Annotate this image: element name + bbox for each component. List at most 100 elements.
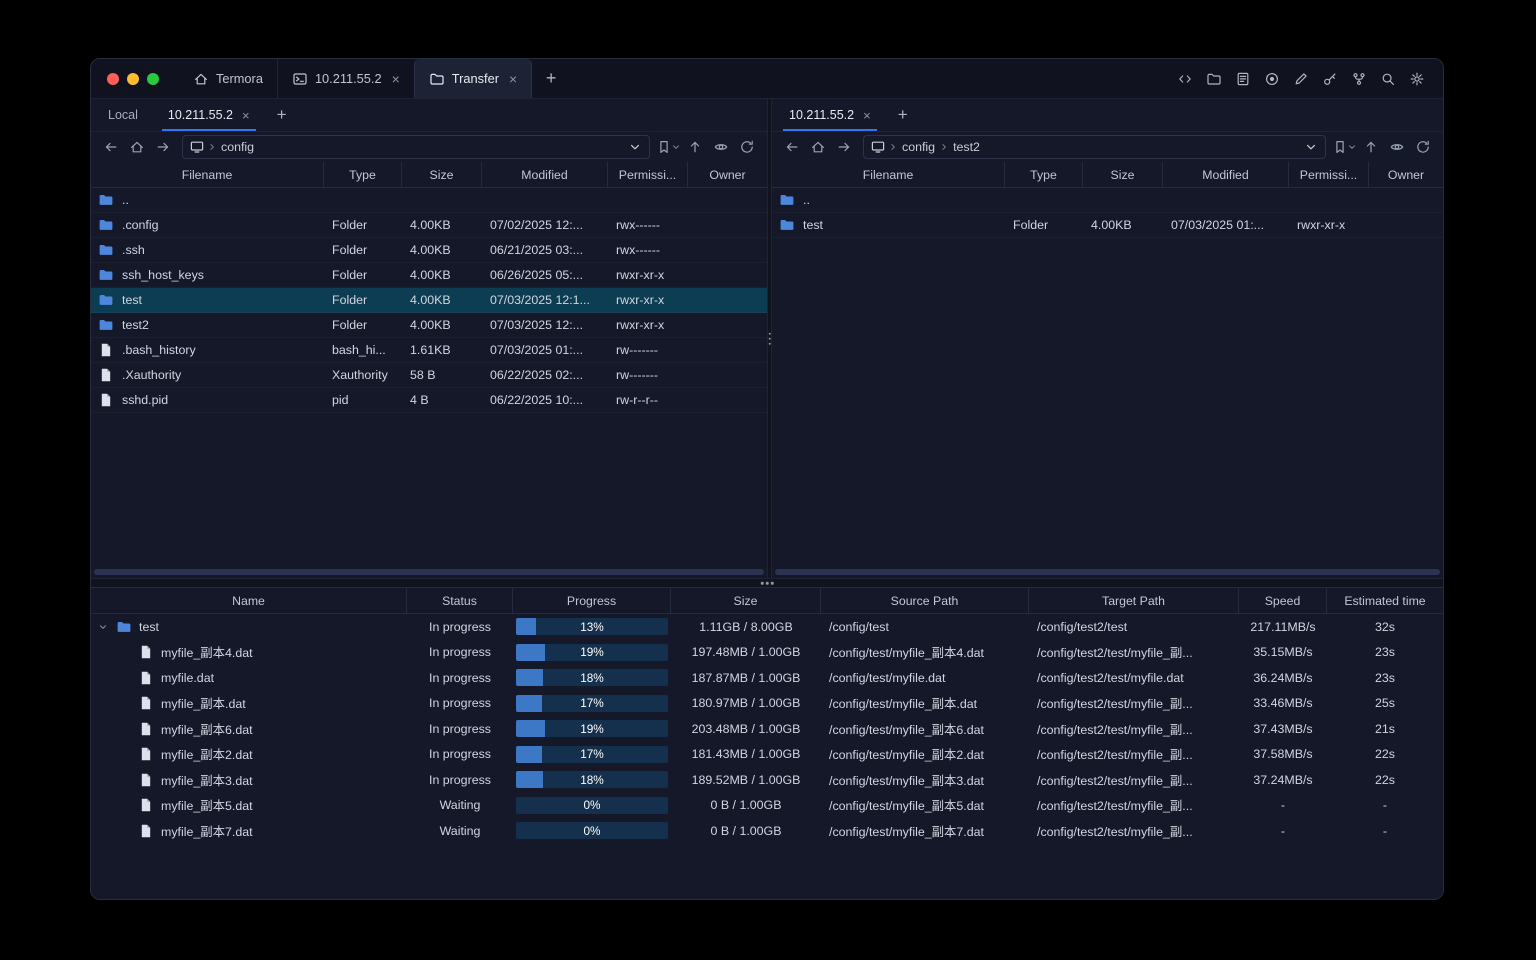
forward-button[interactable] [151, 135, 175, 159]
transfer-item-name: myfile_副本3.dat [161, 773, 253, 788]
right-pane: 10.211.55.2 × + config test2 Filename Type S… [772, 99, 1443, 578]
add-pane-tab-button[interactable]: + [886, 99, 920, 131]
transfer-row[interactable]: test In progress 13% 1.11GB / 8.00GB/config… [91, 614, 1443, 640]
column-header-target-path[interactable]: Target Path [1029, 588, 1239, 613]
transfer-row[interactable]: myfile_副本7.dat Waiting 0% 0 B / 1.00GB/conf… [91, 818, 1443, 844]
close-tab-icon[interactable]: × [242, 109, 250, 122]
record-button[interactable] [1259, 66, 1284, 91]
transfer-row[interactable]: myfile_副本5.dat Waiting 0% 0 B / 1.00GB/conf… [91, 793, 1443, 819]
eye-button[interactable] [1385, 135, 1409, 159]
transfer-row[interactable]: myfile_副本4.dat In progress 19% 197.48MB / 1… [91, 640, 1443, 666]
horizontal-scrollbar[interactable] [94, 569, 764, 575]
column-header-filename[interactable]: Filename [91, 162, 324, 187]
pane-tab-10-211-55-2[interactable]: 10.211.55.2 × [153, 99, 265, 131]
file-row[interactable]: test Folder 4.00KB 07/03/2025 01:... rwxr-xr… [772, 213, 1443, 238]
code-button[interactable] [1172, 66, 1197, 91]
expand-chevron-icon[interactable] [97, 621, 109, 633]
column-header-progress[interactable]: Progress [513, 588, 671, 613]
path-segment[interactable]: config [219, 140, 256, 154]
branch-button[interactable] [1346, 66, 1371, 91]
column-header-permissi[interactable]: Permissi... [608, 162, 688, 187]
transfer-row[interactable]: myfile_副本6.dat In progress 19% 203.48MB / 1… [91, 716, 1443, 742]
file-row[interactable]: .config Folder 4.00KB 07/02/2025 12:... rwx-… [91, 213, 767, 238]
path-dropdown-chevron-icon[interactable] [1303, 139, 1319, 155]
path-dropdown-chevron-icon[interactable] [627, 139, 643, 155]
bookmark-button[interactable] [657, 135, 681, 159]
column-header-modified[interactable]: Modified [1163, 162, 1289, 187]
up-button[interactable] [1359, 135, 1383, 159]
refresh-button[interactable] [1411, 135, 1435, 159]
column-header-modified[interactable]: Modified [482, 162, 608, 187]
column-header-size[interactable]: Size [402, 162, 482, 187]
pane-tab-10-211-55-2[interactable]: 10.211.55.2 × [774, 99, 886, 131]
file-type: Folder [332, 218, 368, 232]
close-tab-icon[interactable]: × [392, 72, 400, 86]
back-button[interactable] [99, 135, 123, 159]
file-row[interactable]: test Folder 4.00KB 07/03/2025 12:1... rwxr-x… [91, 288, 767, 313]
transfer-item-name: myfile_副本2.dat [161, 748, 253, 763]
clipboard-button[interactable] [1230, 66, 1255, 91]
add-pane-tab-button[interactable]: + [265, 99, 299, 131]
file-row[interactable]: .. [772, 188, 1443, 213]
column-header-size[interactable]: Size [671, 588, 821, 613]
refresh-button[interactable] [735, 135, 759, 159]
column-header-source-path[interactable]: Source Path [821, 588, 1029, 613]
transfer-row[interactable]: myfile_副本3.dat In progress 18% 189.52MB / 1… [91, 767, 1443, 793]
column-header-type[interactable]: Type [1005, 162, 1083, 187]
transfer-row[interactable]: myfile_副本2.dat In progress 17% 181.43MB / 1… [91, 742, 1443, 768]
horizontal-scrollbar[interactable] [775, 569, 1440, 575]
home-button[interactable] [806, 135, 830, 159]
path-bar[interactable]: config test2 [863, 135, 1326, 159]
transfer-row[interactable]: myfile.dat In progress 18% 187.87MB / 1.00G… [91, 665, 1443, 691]
file-row[interactable]: .. [91, 188, 767, 213]
close-window-button[interactable] [107, 72, 119, 85]
eye-button[interactable] [709, 135, 733, 159]
pencil-button[interactable] [1288, 66, 1313, 91]
column-header-status[interactable]: Status [407, 588, 513, 613]
column-header-type[interactable]: Type [324, 162, 402, 187]
column-header-permissi[interactable]: Permissi... [1289, 162, 1369, 187]
zoom-window-button[interactable] [147, 72, 159, 85]
back-button[interactable] [780, 135, 804, 159]
home-button[interactable] [125, 135, 149, 159]
column-header-size[interactable]: Size [1083, 162, 1163, 187]
titlebar: Termora 10.211.55.2 × Transfer × + [91, 59, 1443, 99]
up-button[interactable] [683, 135, 707, 159]
gear-button[interactable] [1404, 66, 1429, 91]
bookmark-button[interactable] [1333, 135, 1357, 159]
column-header-filename[interactable]: Filename [772, 162, 1005, 187]
horizontal-splitter[interactable] [91, 578, 1443, 588]
transfer-row[interactable]: myfile_副本.dat In progress 17% 180.97MB / 1.… [91, 691, 1443, 717]
column-header-estimated-time[interactable]: Estimated time [1327, 588, 1443, 613]
transfer-status: In progress [429, 721, 491, 736]
search-button[interactable] [1375, 66, 1400, 91]
add-title-tab-button[interactable]: + [532, 59, 570, 98]
title-tab-termora[interactable]: Termora [179, 59, 277, 98]
title-tab-transfer[interactable]: Transfer × [413, 59, 533, 98]
path-segment[interactable]: config [900, 140, 937, 154]
forward-button[interactable] [832, 135, 856, 159]
column-header-name[interactable]: Name [91, 588, 407, 613]
file-row[interactable]: sshd.pid pid 4 B 06/22/2025 10:... rw-r--r-- [91, 388, 767, 413]
file-row[interactable]: .ssh Folder 4.00KB 06/21/2025 03:... rwx----… [91, 238, 767, 263]
file-row[interactable]: ssh_host_keys Folder 4.00KB 06/26/2025 05:.… [91, 263, 767, 288]
pane-tab-local[interactable]: Local [93, 99, 153, 131]
close-tab-icon[interactable]: × [509, 72, 517, 86]
path-segment[interactable]: test2 [951, 140, 982, 154]
close-tab-icon[interactable]: × [863, 109, 871, 122]
file-modified: 06/22/2025 02:... [490, 368, 584, 382]
key-button[interactable] [1317, 66, 1342, 91]
file-row[interactable]: .bash_history bash_hi... 1.61KB 07/03/2025 … [91, 338, 767, 363]
file-row[interactable]: .Xauthority Xauthority 58 B 06/22/2025 02:.… [91, 363, 767, 388]
breadcrumb-chevron-icon [206, 141, 218, 153]
folder-button[interactable] [1201, 66, 1226, 91]
title-tab-10-211-55-2[interactable]: 10.211.55.2 × [276, 59, 414, 98]
column-header-speed[interactable]: Speed [1239, 588, 1327, 613]
toolbar-actions [657, 135, 759, 159]
file-row[interactable]: test2 Folder 4.00KB 07/03/2025 12:... rwxr-x… [91, 313, 767, 338]
transfer-table-header: Name Status Progress Size Source Path Target … [91, 588, 1443, 614]
minimize-window-button[interactable] [127, 72, 139, 85]
column-header-owner[interactable]: Owner [1369, 162, 1443, 187]
path-bar[interactable]: config [182, 135, 650, 159]
column-header-owner[interactable]: Owner [688, 162, 767, 187]
